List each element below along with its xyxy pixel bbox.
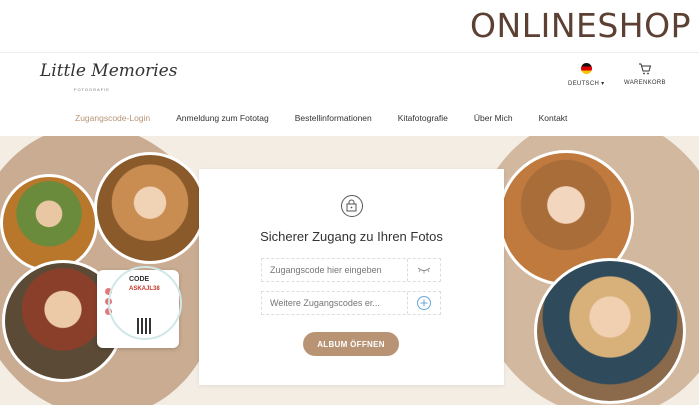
nav-item-anmeldung[interactable]: Anmeldung zum Fototag (163, 113, 282, 123)
cart-link[interactable]: WARENKORB (624, 63, 666, 86)
login-panel: Sicherer Zugang zu Ihren Fotos ALBUM ÖFF… (199, 169, 504, 385)
language-switcher[interactable]: DEUTSCH ▾ (568, 63, 604, 87)
lock-icon (341, 195, 363, 217)
banner-title: ONLINESHOP (470, 6, 691, 45)
toggle-visibility-button[interactable] (407, 259, 440, 281)
plus-circle-icon (417, 296, 431, 310)
cart-icon (638, 63, 652, 75)
cart-label: WARENKORB (624, 80, 666, 86)
hero-section: CODE ASKAJL38 Sicherer Zugang zu Ihren F… (0, 136, 699, 405)
child-photo-1 (0, 174, 98, 272)
nav-item-ueber-mich[interactable]: Über Mich (461, 113, 526, 123)
access-code-input[interactable] (262, 264, 412, 276)
add-code-button[interactable] (407, 292, 440, 314)
eye-closed-icon (417, 267, 431, 274)
more-codes-input[interactable] (262, 297, 412, 309)
nav-item-bestellinformationen[interactable]: Bestellinformationen (282, 113, 385, 123)
nav-item-kontakt[interactable]: Kontakt (526, 113, 581, 123)
nav-item-kitafotografie[interactable]: Kitafotografie (385, 113, 461, 123)
login-title: Sicherer Zugang zu Ihren Fotos (260, 229, 443, 244)
logo-subtitle: FOTOGRAFIE (74, 87, 110, 92)
logo-text: Little Memories (40, 61, 178, 81)
main-nav: Zugangscode-Login Anmeldung zum Fototag … (62, 113, 580, 123)
nav-item-zugangscode-login[interactable]: Zugangscode-Login (62, 113, 163, 123)
logo[interactable]: Little Memories FOTOGRAFIE (40, 61, 178, 95)
more-codes-field (261, 291, 441, 315)
header: Little Memories FOTOGRAFIE DEUTSCH ▾ WAR… (0, 52, 699, 137)
child-photo-2 (94, 152, 206, 264)
child-photo-5 (534, 258, 686, 404)
magnifier-icon (108, 266, 182, 340)
access-code-field (261, 258, 441, 282)
language-label: DEUTSCH ▾ (568, 81, 605, 87)
open-album-button[interactable]: ALBUM ÖFFNEN (303, 332, 399, 356)
banner: ONLINESHOP (0, 0, 699, 52)
flag-de-icon (580, 63, 592, 74)
